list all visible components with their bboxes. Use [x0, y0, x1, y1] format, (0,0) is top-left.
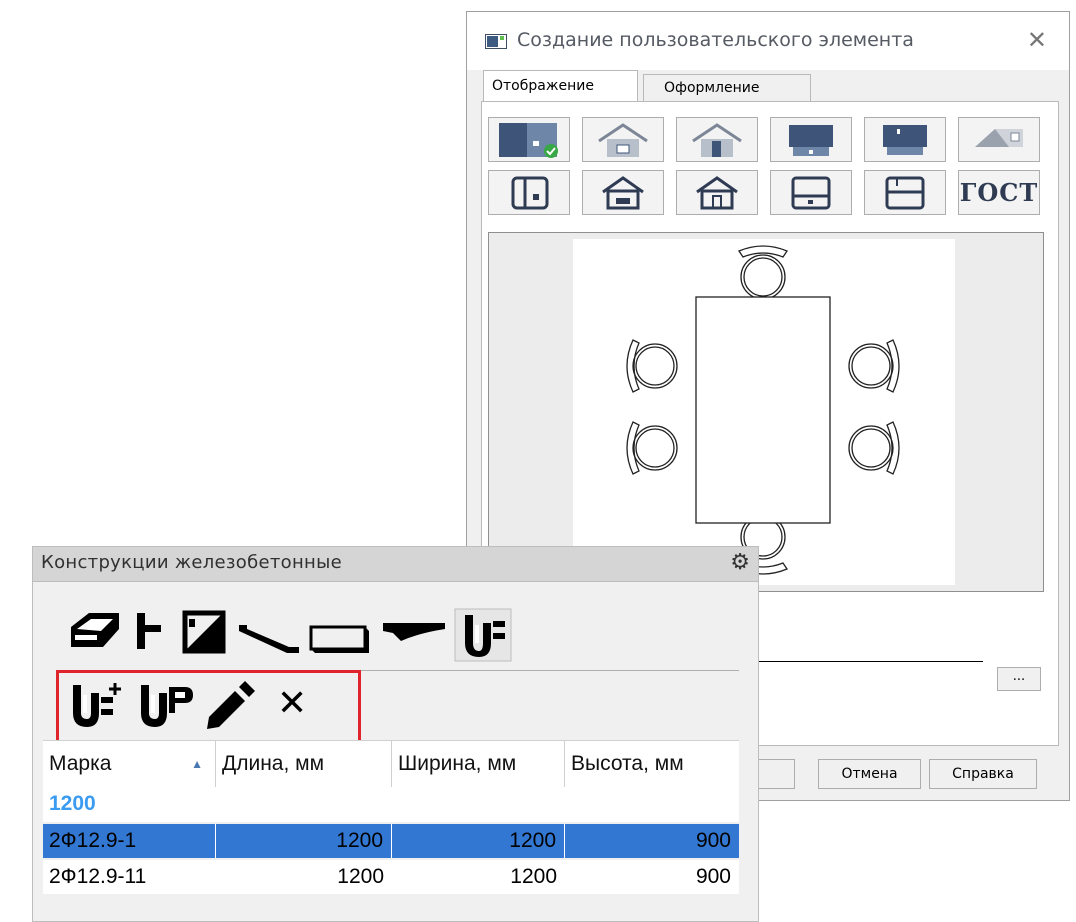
- box-outline-icon: [791, 176, 831, 209]
- box-top-outline-icon: [885, 176, 925, 209]
- group-row[interactable]: 1200: [43, 788, 739, 822]
- plan-square-view-button[interactable]: [488, 170, 570, 215]
- plan-view-checked-button[interactable]: [488, 117, 570, 162]
- element-properties-icon[interactable]: [135, 679, 197, 731]
- toolbar-separator: [67, 670, 739, 671]
- sort-ascending-icon: ▲: [191, 757, 203, 771]
- block-top-view-button[interactable]: [864, 117, 946, 162]
- cell-height: 900: [695, 829, 731, 852]
- roof-view-button[interactable]: [958, 117, 1040, 162]
- panel-icon[interactable]: [179, 607, 229, 659]
- close-icon[interactable]: ✕: [1027, 26, 1047, 54]
- gear-icon[interactable]: ⚙: [730, 552, 750, 574]
- column-header-width[interactable]: Ширина, мм: [392, 741, 565, 787]
- roof-icon: [975, 128, 1023, 147]
- plate-icon[interactable]: [307, 607, 373, 659]
- delete-icon[interactable]: ✕: [277, 679, 307, 729]
- house-outline-2-icon: [696, 175, 738, 209]
- gost-icon: ГОСТ: [959, 178, 1039, 207]
- app-window-icon: [485, 34, 507, 49]
- house-icon: [598, 122, 648, 157]
- gost-view-button[interactable]: ГОСТ: [958, 170, 1040, 215]
- edit-pencil-icon[interactable]: [201, 679, 257, 731]
- box-top-outline-view-button[interactable]: [864, 170, 946, 215]
- name-input-line[interactable]: [747, 661, 983, 682]
- house-outline-2-view-button[interactable]: [676, 170, 758, 215]
- table-row[interactable]: 2Ф12.9-11 1200 1200 900: [43, 860, 739, 894]
- block-view-button[interactable]: [770, 117, 852, 162]
- column-header-length[interactable]: Длина, мм: [216, 741, 392, 787]
- cell-mark: 2Ф12.9-1: [43, 824, 216, 858]
- cell-length: 1200: [216, 824, 392, 858]
- slab-icon[interactable]: [67, 607, 123, 659]
- table-with-chairs-drawing: [626, 245, 900, 575]
- reinforced-concrete-palette: Конструкции железобетонные ⚙ ✕ Марка ▲ Д…: [32, 546, 759, 922]
- dialog-titlebar: Создание пользовательского элемента ✕: [467, 12, 1069, 70]
- cell-height: 900: [695, 865, 731, 888]
- column-header-label: Марка: [49, 752, 112, 775]
- dialog-title: Создание пользовательского элемента: [517, 29, 914, 51]
- group-label: 1200: [49, 792, 96, 815]
- house-door-view-button[interactable]: [676, 117, 758, 162]
- house-outline-icon: [602, 175, 644, 209]
- block-icon: [789, 124, 833, 156]
- palette-title: Конструкции железобетонные: [41, 552, 343, 573]
- cancel-button[interactable]: Отмена: [818, 759, 921, 789]
- tab-display[interactable]: Отображение: [483, 70, 638, 102]
- preview-canvas: [573, 239, 955, 585]
- help-button[interactable]: Справка: [929, 759, 1037, 789]
- block-top-icon: [883, 124, 927, 155]
- house-view-button[interactable]: [582, 117, 664, 162]
- column-header-mark[interactable]: Марка ▲: [43, 741, 216, 787]
- stair-icon[interactable]: [235, 607, 303, 659]
- beam-icon[interactable]: [379, 607, 449, 659]
- column-icon[interactable]: [131, 607, 171, 659]
- table-row[interactable]: 2Ф12.9-1 1200 1200 900: [43, 824, 739, 858]
- column-header-height[interactable]: Высота, мм: [565, 741, 739, 787]
- house-door-icon: [692, 122, 742, 157]
- add-element-icon[interactable]: [67, 679, 129, 731]
- cell-length: 1200: [337, 865, 384, 888]
- cell-width: 1200: [510, 865, 557, 888]
- browse-button[interactable]: ...: [997, 667, 1041, 691]
- plan-view-checked-icon: [499, 122, 558, 158]
- foundation-icon[interactable]: [453, 607, 513, 663]
- palette-titlebar: Конструкции железобетонные ⚙: [33, 547, 758, 582]
- preview-area: [488, 232, 1044, 592]
- house-outline-view-button[interactable]: [582, 170, 664, 215]
- box-outline-view-button[interactable]: [770, 170, 852, 215]
- plan-square-icon: [511, 176, 549, 209]
- table-header: Марка ▲ Длина, мм Ширина, мм Высота, мм: [43, 740, 739, 789]
- cell-mark: 2Ф12.9-11: [49, 865, 147, 888]
- cell-width: 1200: [392, 824, 565, 858]
- tab-appearance[interactable]: Оформление: [643, 74, 811, 102]
